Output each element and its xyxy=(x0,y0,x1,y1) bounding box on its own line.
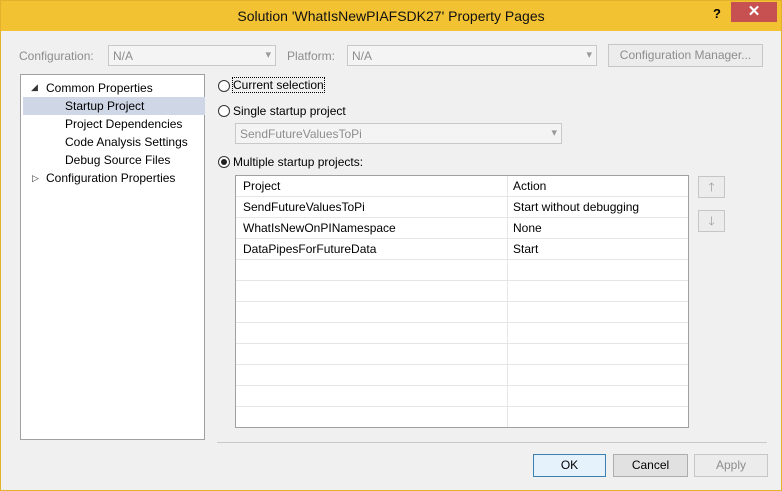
table-row[interactable]: DataPipesForFutureData Start xyxy=(236,239,688,260)
empty-row xyxy=(236,302,688,323)
configuration-dropdown[interactable]: N/A ▾ xyxy=(108,45,276,66)
empty-row xyxy=(236,260,688,281)
platform-value: N/A xyxy=(352,49,373,63)
chevron-down-icon: ▾ xyxy=(586,49,592,61)
single-startup-dropdown[interactable]: SendFutureValuesToPi ▾ xyxy=(235,123,562,144)
ok-button[interactable]: OK xyxy=(533,454,606,477)
action-cell[interactable]: Start xyxy=(513,242,538,256)
tree-item-configuration-properties[interactable]: Configuration Properties xyxy=(46,170,175,187)
chevron-down-icon: ▾ xyxy=(265,49,271,61)
configuration-value: N/A xyxy=(113,49,134,63)
column-header-action[interactable]: Action xyxy=(513,179,546,193)
tree-item-project-dependencies[interactable]: Project Dependencies xyxy=(65,116,182,133)
footer-divider xyxy=(217,442,767,443)
multiple-startup-radio[interactable] xyxy=(218,156,230,168)
single-startup-value: SendFutureValuesToPi xyxy=(240,127,362,141)
apply-button[interactable]: Apply xyxy=(694,454,768,477)
tree-item-common-properties[interactable]: Common Properties xyxy=(46,80,153,97)
chevron-down-icon: ▾ xyxy=(551,127,557,139)
table-row[interactable]: SendFutureValuesToPi Start without debug… xyxy=(236,197,688,218)
action-cell[interactable]: None xyxy=(513,221,542,235)
project-cell: WhatIsNewOnPINamespace xyxy=(243,221,396,235)
tree-item-debug-source-files[interactable]: Debug Source Files xyxy=(65,152,170,169)
title-bar: Solution 'WhatIsNewPIAFSDK27' Property P… xyxy=(1,1,781,31)
empty-row xyxy=(236,344,688,365)
project-cell: DataPipesForFutureData xyxy=(243,242,377,256)
empty-row xyxy=(236,365,688,386)
action-cell[interactable]: Start without debugging xyxy=(513,200,639,214)
project-cell: SendFutureValuesToPi xyxy=(243,200,365,214)
help-button[interactable]: ? xyxy=(707,3,727,25)
move-down-button[interactable]: 🡓 xyxy=(698,210,725,232)
grid-header-row: Project Action xyxy=(236,176,688,197)
empty-row xyxy=(236,281,688,302)
close-button[interactable]: ✕ xyxy=(731,2,777,22)
arrow-up-icon: 🡑 xyxy=(708,180,715,194)
empty-row xyxy=(236,407,688,428)
empty-row xyxy=(236,323,688,344)
platform-label: Platform: xyxy=(287,49,336,63)
platform-dropdown[interactable]: N/A ▾ xyxy=(347,45,597,66)
expand-triangle-icon[interactable]: ▷ xyxy=(32,173,39,184)
category-tree: ◢ Common Properties Startup Project Proj… xyxy=(20,74,205,440)
empty-row xyxy=(236,386,688,407)
single-startup-label[interactable]: Single startup project xyxy=(233,104,346,118)
property-pages-window: Solution 'WhatIsNewPIAFSDK27' Property P… xyxy=(0,0,782,491)
table-row[interactable]: WhatIsNewOnPINamespace None xyxy=(236,218,688,239)
configuration-manager-button[interactable]: Configuration Manager... xyxy=(608,44,763,67)
startup-projects-grid: Project Action SendFutureValuesToPi Star… xyxy=(235,175,689,428)
collapse-triangle-icon[interactable]: ◢ xyxy=(31,82,38,93)
column-header-project[interactable]: Project xyxy=(243,179,280,193)
arrow-down-icon: 🡓 xyxy=(708,214,715,228)
tree-item-code-analysis-settings[interactable]: Code Analysis Settings xyxy=(65,134,188,151)
move-up-button[interactable]: 🡑 xyxy=(698,176,725,198)
tree-item-startup-project[interactable]: Startup Project xyxy=(65,98,144,115)
multiple-startup-label[interactable]: Multiple startup projects: xyxy=(233,155,363,169)
current-selection-label[interactable]: Current selection xyxy=(232,77,325,93)
cancel-button[interactable]: Cancel xyxy=(613,454,688,477)
radio-selected-dot xyxy=(221,159,227,165)
current-selection-radio[interactable] xyxy=(218,80,230,92)
window-title: Solution 'WhatIsNewPIAFSDK27' Property P… xyxy=(237,8,545,24)
single-startup-radio[interactable] xyxy=(218,105,230,117)
configuration-label: Configuration: xyxy=(19,49,94,63)
